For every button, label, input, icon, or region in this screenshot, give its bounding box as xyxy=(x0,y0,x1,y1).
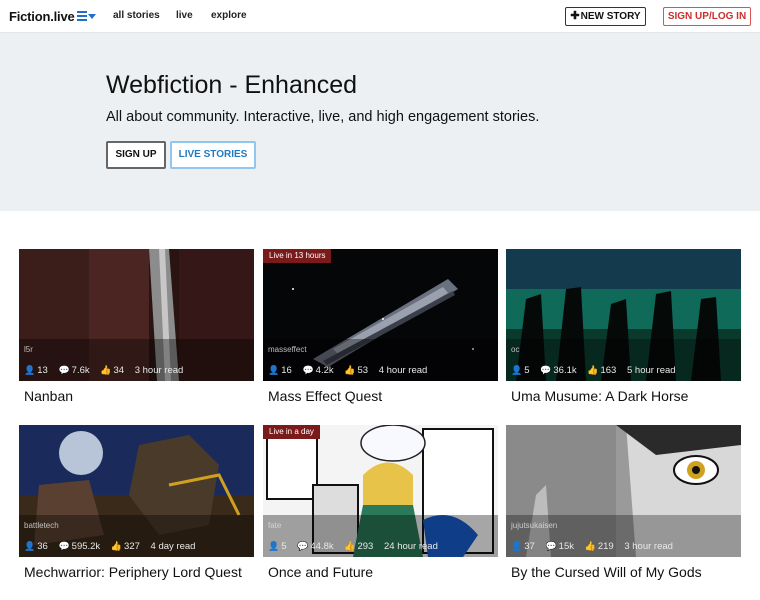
live-badge: Live in a day xyxy=(263,425,320,439)
story-title[interactable]: Once and Future xyxy=(268,564,373,580)
comments-count: 36.1k xyxy=(553,365,577,376)
read-time: 24 hour read xyxy=(383,541,438,552)
likes-count: 327 xyxy=(124,541,140,552)
likes-count: 34 xyxy=(113,365,125,376)
read-time: 3 hour read xyxy=(134,365,184,376)
thumbs-up-icon: 👍 xyxy=(587,365,599,375)
thumbs-up-icon: 👍 xyxy=(100,365,112,375)
user-icon: 👤 xyxy=(511,541,523,551)
story-cover-image[interactable]: l5r 👤 13 💬 7.6k 👍 34 3 hour read xyxy=(19,249,254,381)
likes-count: 219 xyxy=(597,541,614,552)
top-navbar: Fiction.live all stories live explore ✚N… xyxy=(0,0,760,33)
readers-count: 13 xyxy=(37,365,48,376)
menu-icon xyxy=(77,11,87,21)
comments-count: 15k xyxy=(558,541,574,552)
comment-icon: 💬 xyxy=(58,365,70,375)
comment-icon: 💬 xyxy=(297,541,309,551)
user-icon: 👤 xyxy=(24,541,36,551)
story-tag: masseffect xyxy=(268,345,307,354)
nav-link-live[interactable]: live xyxy=(176,10,193,21)
menu-toggle-button[interactable] xyxy=(77,10,97,24)
story-title[interactable]: Nanban xyxy=(24,388,73,404)
likes-count: 293 xyxy=(357,541,374,552)
story-title[interactable]: Mechwarrior: Periphery Lord Quest xyxy=(24,564,242,580)
nav-link-all-stories[interactable]: all stories xyxy=(113,10,160,21)
plus-icon: ✚ xyxy=(570,10,580,22)
story-tag: battletech xyxy=(24,521,59,530)
story-stats: 👤 16 💬 4.2k 👍 53 4 hour read xyxy=(268,365,435,376)
live-badge: Live in 13 hours xyxy=(263,249,332,263)
readers-count: 36 xyxy=(37,541,48,552)
chevron-down-icon xyxy=(88,14,96,19)
story-tag: fate xyxy=(268,521,282,530)
story-title[interactable]: Uma Musume: A Dark Horse xyxy=(511,388,688,404)
nav-link-explore[interactable]: explore xyxy=(211,10,247,21)
story-cover-image[interactable]: jujutsukaisen 👤 37 💬 15k 👍 219 3 hour read xyxy=(506,425,741,557)
comment-icon: 💬 xyxy=(58,541,70,551)
story-cover-image[interactable]: oc 👤 5 💬 36.1k 👍 163 5 hour read xyxy=(506,249,741,381)
story-cover-image[interactable]: battletech 👤 36 💬 595.2k 👍 327 4 day read xyxy=(19,425,254,557)
hero-banner: Webfiction - Enhanced All about communit… xyxy=(0,33,760,211)
thumbs-up-icon: 👍 xyxy=(344,365,356,375)
story-tag: jujutsukaisen xyxy=(511,521,558,530)
story-stats: 👤 5 💬 44.8k 👍 293 24 hour read xyxy=(268,541,446,552)
thumbs-up-icon: 👍 xyxy=(584,541,596,551)
story-stats: 👤 13 💬 7.6k 👍 34 3 hour read xyxy=(24,365,191,376)
comment-icon: 💬 xyxy=(302,365,314,375)
signup-login-button[interactable]: SIGN UP/LOG IN xyxy=(663,7,751,26)
brand-logo[interactable]: Fiction.live xyxy=(9,9,75,24)
user-icon: 👤 xyxy=(24,365,36,375)
story-cover-image[interactable]: Live in 13 hours masseffect 👤 16 💬 4.2k 👍 5… xyxy=(263,249,498,381)
user-icon: 👤 xyxy=(268,365,280,375)
new-story-label: NEW STORY xyxy=(580,11,641,22)
thumbs-up-icon: 👍 xyxy=(110,541,123,551)
story-stats: 👤 36 💬 595.2k 👍 327 4 day read xyxy=(24,541,203,552)
user-icon: 👤 xyxy=(268,541,280,551)
hero-subtitle: All about community. Interactive, live, … xyxy=(106,109,540,125)
comments-count: 44.8k xyxy=(310,541,334,552)
readers-count: 5 xyxy=(281,541,287,552)
story-stats: 👤 5 💬 36.1k 👍 163 5 hour read xyxy=(511,365,684,376)
readers-count: 37 xyxy=(524,541,535,552)
read-time: 3 hour read xyxy=(624,541,673,552)
read-time: 5 hour read xyxy=(626,365,676,376)
read-time: 4 day read xyxy=(150,541,196,552)
user-icon: 👤 xyxy=(511,365,523,375)
comments-count: 4.2k xyxy=(315,365,334,376)
comment-icon: 💬 xyxy=(540,365,552,375)
new-story-button[interactable]: ✚NEW STORY xyxy=(565,7,646,26)
story-tag: l5r xyxy=(24,345,33,354)
likes-count: 53 xyxy=(357,365,369,376)
live-stories-button[interactable]: LIVE STORIES xyxy=(170,141,256,169)
comment-icon: 💬 xyxy=(545,541,557,551)
comments-count: 595.2k xyxy=(71,541,101,552)
read-time: 4 hour read xyxy=(378,365,428,376)
comments-count: 7.6k xyxy=(71,365,90,376)
hero-title: Webfiction - Enhanced xyxy=(106,71,358,99)
thumbs-up-icon: 👍 xyxy=(344,541,356,551)
hero-signup-button[interactable]: SIGN UP xyxy=(106,141,166,169)
likes-count: 163 xyxy=(600,365,617,376)
readers-count: 16 xyxy=(281,365,292,376)
story-title[interactable]: By the Cursed Will of My Gods xyxy=(511,564,702,580)
story-tag: oc xyxy=(511,345,520,354)
readers-count: 5 xyxy=(524,365,530,376)
story-title[interactable]: Mass Effect Quest xyxy=(268,388,382,404)
story-stats: 👤 37 💬 15k 👍 219 3 hour read xyxy=(511,541,681,552)
story-cover-image[interactable]: Live in a day fate 👤 5 💬 44.8k 👍 293 24 hou… xyxy=(263,425,498,557)
